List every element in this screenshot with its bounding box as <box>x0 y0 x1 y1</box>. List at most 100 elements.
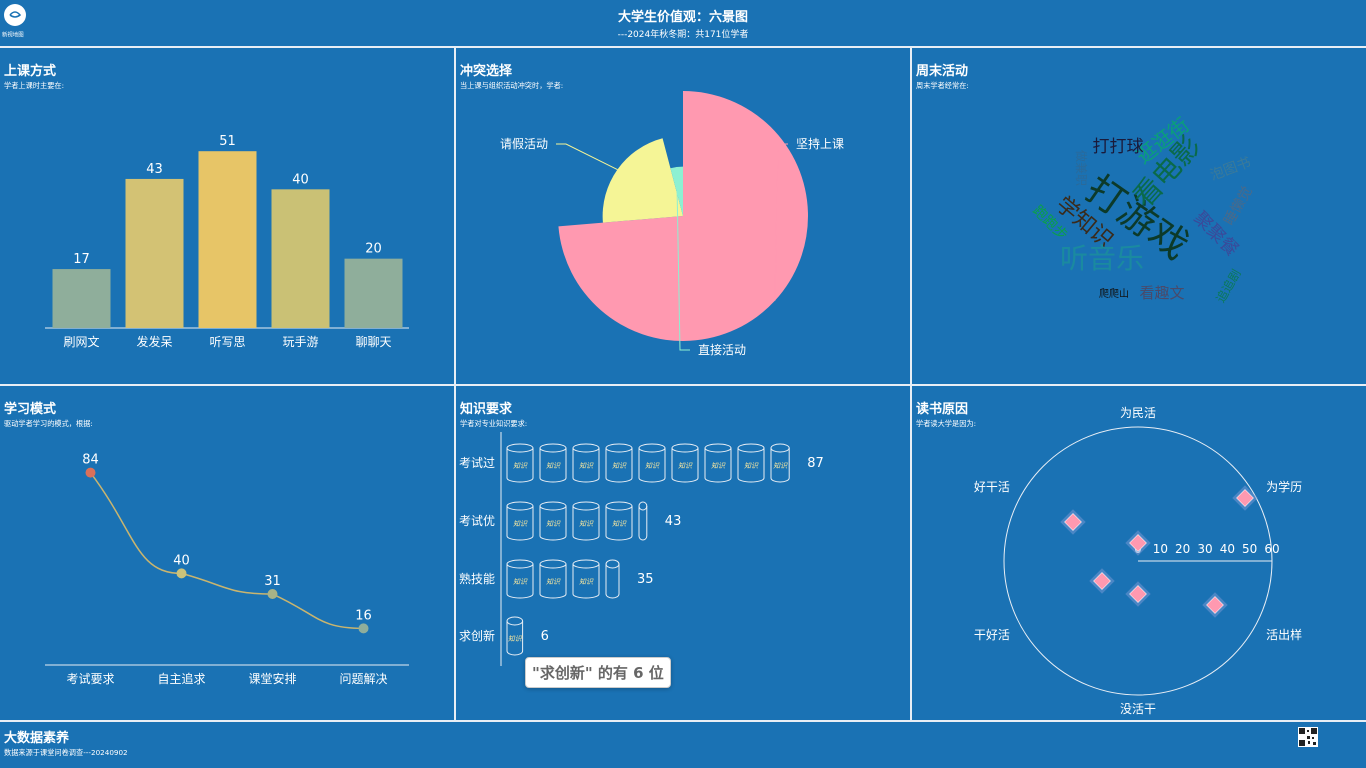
line-series <box>89 472 364 630</box>
qr-code-icon[interactable] <box>1298 727 1318 747</box>
knowledge-cylinder-label: 知识 <box>513 462 528 470</box>
knowledge-cylinder-label: 知识 <box>612 462 627 470</box>
radius-tick-label: 40 <box>1220 542 1235 556</box>
word-cloud-word: 追追剧 <box>1213 266 1244 305</box>
polar-indicator-label: 为学历 <box>1266 479 1302 494</box>
knowledge-cylinder-top <box>605 501 633 511</box>
knowledge-cylinder-label: 知识 <box>546 578 561 586</box>
learning-line-chart: 84 考试要求 40 自主追求 31 课堂安排 16 问题解决 <box>45 453 409 686</box>
point-value-label: 84 <box>82 453 99 468</box>
knowledge-cylinder-label: 知识 <box>579 462 594 470</box>
bar-value-label: 43 <box>146 162 163 177</box>
class-style-bar-chart: 17 刷网文 43 发发呆 51 听写思 40 玩手游 20 聊聊天 <box>45 134 409 349</box>
knowledge-cylinder-top <box>572 501 600 511</box>
bar-value-label: 6 <box>541 629 549 644</box>
polar-indicator-label: 活出样 <box>1266 627 1302 642</box>
x-tick-label: 玩手游 <box>282 335 318 349</box>
bar <box>271 189 330 328</box>
knowledge-cylinder-label: 知识 <box>645 462 660 470</box>
weekend-word-cloud: 打游戏看电影逛逛街打打球学知识 聚聚餐听音乐看趣文跑跑步爬爬山做兼职睡懒觉追追剧泡… <box>1029 113 1256 306</box>
knowledge-cylinder-top <box>605 443 633 453</box>
y-tick-label: 求创新 <box>459 628 495 643</box>
pie-label: 请假活动 <box>500 137 548 151</box>
panel-class-style: 上课方式 学者上课时主要在: 17 刷网文 43 发发呆 51 听写思 40 玩手游 20 聊聊天 <box>0 48 456 386</box>
header: 新视地图 大学生价值观：六景图 ---2024年秋冬期：共171位学者 <box>0 0 1366 48</box>
knowledge-cylinder-top <box>506 559 534 569</box>
page-title: 大学生价值观：六景图 <box>617 10 748 25</box>
point-value-label: 40 <box>173 553 190 568</box>
knowledge-cylinder-top <box>770 443 790 453</box>
knowledge-cylinder-top <box>572 559 600 569</box>
knowledge-cylinder-label: 知识 <box>513 520 528 528</box>
polar-indicator-label: 好干活 <box>974 480 1010 494</box>
bar <box>344 258 403 328</box>
knowledge-cylinder-label: 知识 <box>711 462 726 470</box>
radius-tick-label: 30 <box>1197 542 1212 556</box>
x-tick-label: 课堂安排 <box>248 671 296 686</box>
panel-reading: 读书原因 学者读大学是因为: 0102030405060为民活为学历活出样没活干… <box>912 386 1366 722</box>
knowledge-cylinder <box>605 564 620 599</box>
x-tick-label: 聊聊天 <box>355 335 391 349</box>
x-tick-label: 发发呆 <box>136 334 172 349</box>
knowledge-cylinder-top <box>539 501 567 511</box>
y-tick-label: 熟技能 <box>459 571 495 586</box>
knowledge-cylinder-top <box>539 443 567 453</box>
word-cloud-word: 睡懒觉 <box>1221 184 1256 228</box>
bar <box>198 151 257 328</box>
reading-polar-chart: 0102030405060为民活为学历活出样没活干干好活好干活 <box>974 406 1302 716</box>
knowledge-cylinder-top <box>671 443 699 453</box>
point-value-label: 16 <box>355 608 372 623</box>
word-cloud-word: 爬爬山 <box>1099 288 1129 300</box>
knowledge-cylinder-top <box>737 443 765 453</box>
knowledge-cylinder-label: 知识 <box>546 462 561 470</box>
word-cloud-word: 打打球 <box>1093 137 1144 157</box>
panel-weekend: 周末活动 周末学者经常在: 打游戏 看电影 逛逛街 打打球 学知识 聚聚餐 听音乐 看趣文 跑跑… <box>912 48 1366 386</box>
radius-tick-label: 50 <box>1242 542 1257 556</box>
knowledge-cylinder-label: 知识 <box>678 462 693 470</box>
knowledge-cylinder <box>638 506 648 541</box>
bar-value-label: 20 <box>365 242 382 257</box>
knowledge-cylinder-label: 知识 <box>513 578 528 586</box>
y-tick-label: 考试过 <box>459 455 495 470</box>
word-cloud-word: 看趣文 <box>1139 284 1184 302</box>
x-tick-label: 考试要求 <box>66 671 114 686</box>
pie-slice <box>558 91 808 341</box>
footer-title: 大数据素养 <box>4 731 70 746</box>
knowledge-cylinder-top <box>638 501 648 511</box>
pie-label-line <box>556 143 618 171</box>
word-cloud-word: 做兼职 <box>1074 150 1089 186</box>
bar-value-label: 87 <box>807 456 824 471</box>
knowledge-cylinder-label: 知识 <box>546 520 561 528</box>
knowledge-cylinder-top <box>605 559 620 569</box>
panel-conflict: 冲突选择 当上课与组织活动冲突时，学者: 坚持上课 请假活动 直接活动 <box>456 48 912 386</box>
bar <box>52 269 111 328</box>
line-point <box>85 467 96 478</box>
bar-value-label: 40 <box>292 172 309 187</box>
x-tick-label: 刷网文 <box>63 334 99 349</box>
line-point <box>176 568 187 579</box>
knowledge-cylinder-top <box>506 501 534 511</box>
footer-subtitle: 数据来源于课堂问卷调查---20240902 <box>4 748 128 757</box>
knowledge-cylinder-label: 知识 <box>579 578 594 586</box>
knowledge-cylinder-top <box>506 616 524 626</box>
page-subtitle: ---2024年秋冬期：共171位学者 <box>617 30 749 40</box>
knowledge-cylinder-label: 知识 <box>612 520 627 528</box>
knowledge-cylinder-top <box>506 443 534 453</box>
knowledge-cylinder-label: 知识 <box>773 462 788 470</box>
x-tick-label: 问题解决 <box>339 672 387 686</box>
point-value-label: 31 <box>264 574 281 589</box>
knowledge-cylinder-top <box>704 443 732 453</box>
knowledge-cylinder-label: 知识 <box>508 635 523 643</box>
qr-code-glyph <box>1299 728 1317 746</box>
bar-value-label: 43 <box>665 514 682 529</box>
radius-tick-label: 10 <box>1153 542 1168 556</box>
bar <box>125 178 184 328</box>
footer: 大数据素养 数据来源于课堂问卷调查---20240902 <box>0 720 1366 768</box>
panel-learning: 学习模式 驱动学者学习的模式，根据: 84 考试要求 40 自主追求 31 课堂安排 16 问… <box>0 386 456 722</box>
radius-tick-label: 20 <box>1175 542 1190 556</box>
pie-label: 坚持上课 <box>796 136 844 151</box>
knowledge-cylinder-label: 知识 <box>744 462 759 470</box>
pie-slice <box>602 138 683 223</box>
y-tick-label: 考试优 <box>459 513 495 528</box>
word-cloud-word: 泡图书 <box>1208 155 1253 184</box>
